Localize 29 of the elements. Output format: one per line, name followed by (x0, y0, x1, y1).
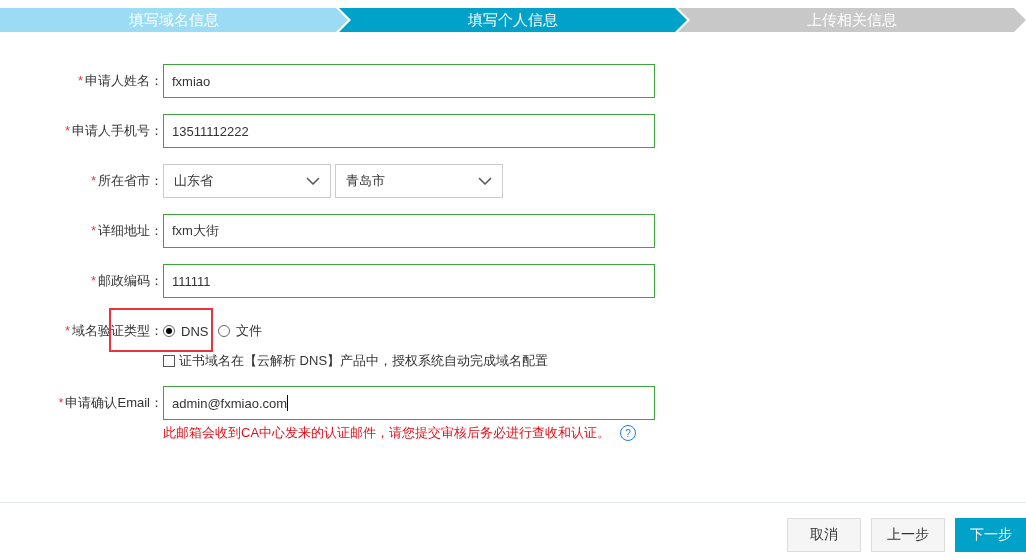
step-button[interactable]: 上一步 (871, 518, 945, 552)
chevron-down-icon (306, 177, 320, 185)
checkbox-label: 证书域名在【云解析 DNS】产品中，授权系统自动完成域名配置 (179, 352, 549, 370)
required-mark: * (90, 173, 96, 188)
step-button[interactable]: 取消 (787, 518, 861, 552)
input-field[interactable]: fxm大街 (163, 214, 655, 248)
input-field[interactable]: 111111 (163, 264, 655, 298)
required-mark: * (77, 73, 83, 88)
radio-option[interactable]: DNS (163, 323, 209, 339)
field-label: 申请确认Email： (65, 395, 163, 410)
radio-option[interactable]: 文件 (218, 322, 263, 340)
required-mark: * (58, 395, 64, 410)
field-label: 详细地址： (98, 223, 163, 238)
field-label: 所在省市： (98, 173, 163, 188)
chevron-down-icon (478, 177, 492, 185)
input-field[interactable]: 13511112222 (163, 114, 655, 148)
required-mark: * (64, 323, 70, 338)
dropdown-field[interactable]: 山东省 (163, 164, 331, 198)
dropdown-field[interactable]: 青岛市 (335, 164, 503, 198)
checkbox[interactable] (163, 355, 175, 367)
field-label: 邮政编码： (98, 273, 163, 288)
field-label: 申请人姓名： (85, 73, 163, 88)
input-field[interactable]: admin@fxmiao.com (163, 386, 655, 420)
input-field[interactable]: fxmiao (163, 64, 655, 98)
required-mark: * (90, 223, 96, 238)
hint-text: 此邮箱会收到CA中心发来的认证邮件，请您提交审核后务必进行查收和认证。 (163, 424, 611, 442)
field-label: 申请人手机号： (72, 123, 163, 138)
required-mark: * (90, 273, 96, 288)
required-mark: * (64, 123, 70, 138)
